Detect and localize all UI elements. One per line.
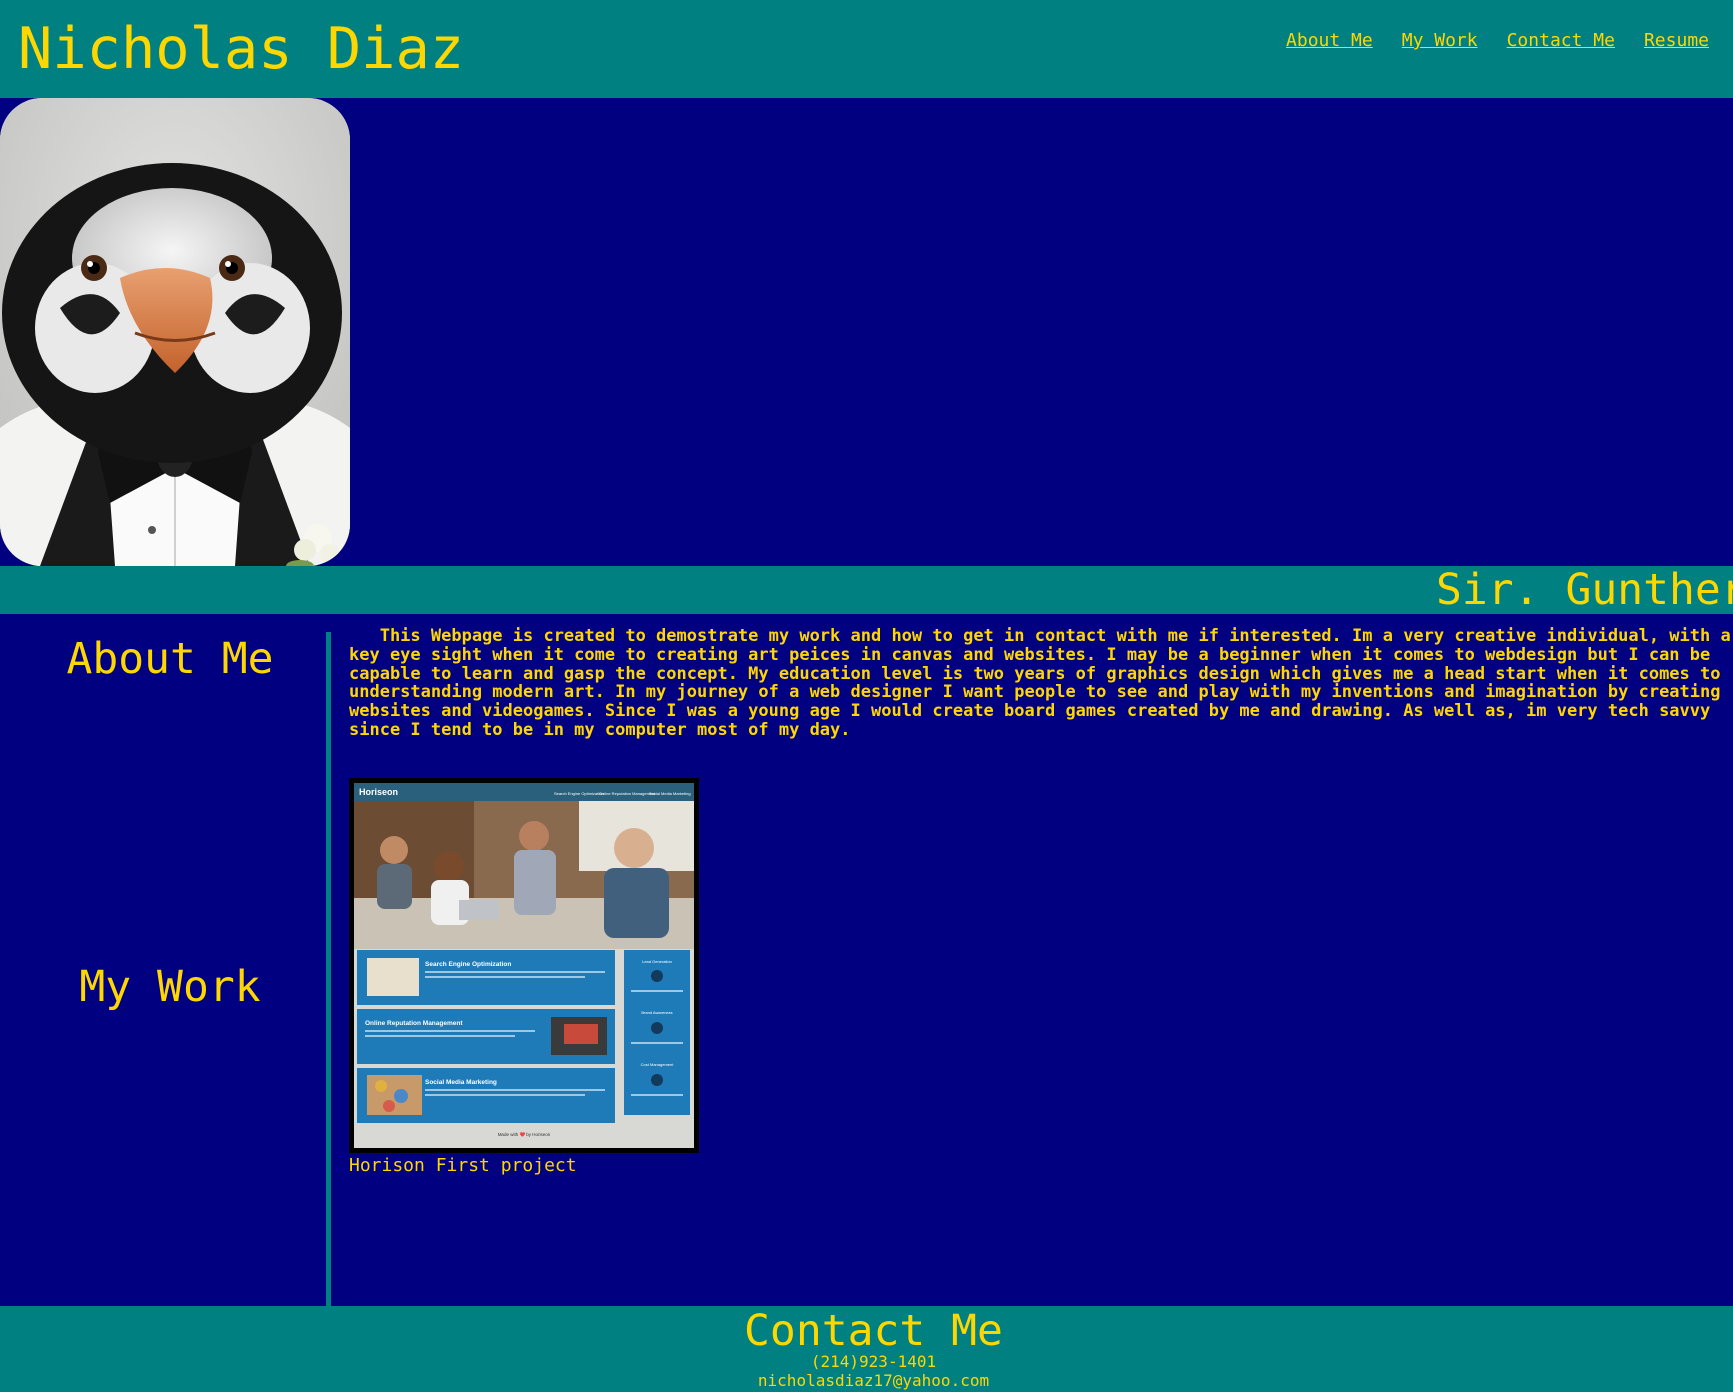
about-line: key eye sight when it come to creating a… bbox=[349, 644, 1711, 665]
project-screenshot-thumbnail: Horiseon Search Engine Optimization Onli… bbox=[349, 778, 699, 1153]
my-work-heading: My Work bbox=[79, 962, 261, 1012]
thumb-section-2: Online Reputation Management bbox=[365, 1020, 463, 1027]
banner-text: Sir. Gunther bbox=[1436, 566, 1733, 614]
site-title: Nicholas Diaz bbox=[18, 16, 465, 82]
about-line: websites and videogames. Since I was a y… bbox=[349, 701, 1711, 722]
hero-section bbox=[0, 98, 1733, 566]
project-card-horiseon[interactable]: Horiseon Search Engine Optimization Onli… bbox=[349, 778, 699, 1153]
nav-link-contact-me[interactable]: Contact Me bbox=[1507, 30, 1615, 51]
profile-portrait bbox=[0, 98, 350, 566]
contact-heading: Contact Me bbox=[744, 1306, 1003, 1356]
about-line: capable to learn and gasp the concept. M… bbox=[349, 663, 1721, 684]
contact-email[interactable]: nicholasdiaz17@yahoo.com bbox=[0, 1372, 1733, 1390]
thumb-section-3: Social Media Marketing bbox=[425, 1079, 497, 1086]
nav-link-about-me[interactable]: About Me bbox=[1286, 30, 1373, 51]
nickname-banner: Sir. Gunther bbox=[0, 566, 1733, 614]
about-line: since I tend to be in my computer most o… bbox=[349, 719, 851, 740]
main-nav: About Me My Work Contact Me Resume bbox=[1286, 30, 1709, 51]
site-header: Nicholas Diaz About Me My Work Contact M… bbox=[0, 0, 1733, 98]
contact-footer: Contact Me (214)923-1401 nicholasdiaz17@… bbox=[0, 1306, 1733, 1392]
thumb-section-1: Search Engine Optimization bbox=[425, 961, 511, 968]
section-divider bbox=[326, 632, 331, 1306]
nav-link-my-work[interactable]: My Work bbox=[1402, 30, 1478, 51]
about-line: This Webpage is created to demostrate my… bbox=[349, 626, 1731, 646]
about-paragraph: This Webpage is created to demostrate my… bbox=[349, 627, 1733, 740]
thumb-sidebar-3: Cost Management bbox=[641, 1062, 675, 1067]
thumb-brand: Horiseon bbox=[359, 787, 398, 797]
main-content: About Me My Work This Webpage is created… bbox=[0, 614, 1733, 1306]
penguin-tuxedo-icon bbox=[0, 98, 350, 566]
nav-link-resume[interactable]: Resume bbox=[1644, 30, 1709, 51]
about-line: understanding modern art. In my journey … bbox=[349, 682, 1721, 703]
thumb-sidebar-2: Brand Awareness bbox=[641, 1010, 672, 1015]
project-caption: Horison First project bbox=[349, 1155, 577, 1176]
thumb-sidebar-1: Lead Generation bbox=[642, 959, 672, 964]
thumb-nav-3: Social Media Marketing bbox=[649, 791, 691, 796]
thumb-nav-1: Search Engine Optimization bbox=[554, 791, 604, 796]
thumb-footer: Made with ❤️ by Horiseon bbox=[498, 1132, 551, 1137]
thumb-nav-2: Online Reputation Management bbox=[599, 791, 656, 796]
about-me-heading: About Me bbox=[66, 634, 274, 684]
contact-phone: (214)923-1401 bbox=[810, 1352, 937, 1371]
